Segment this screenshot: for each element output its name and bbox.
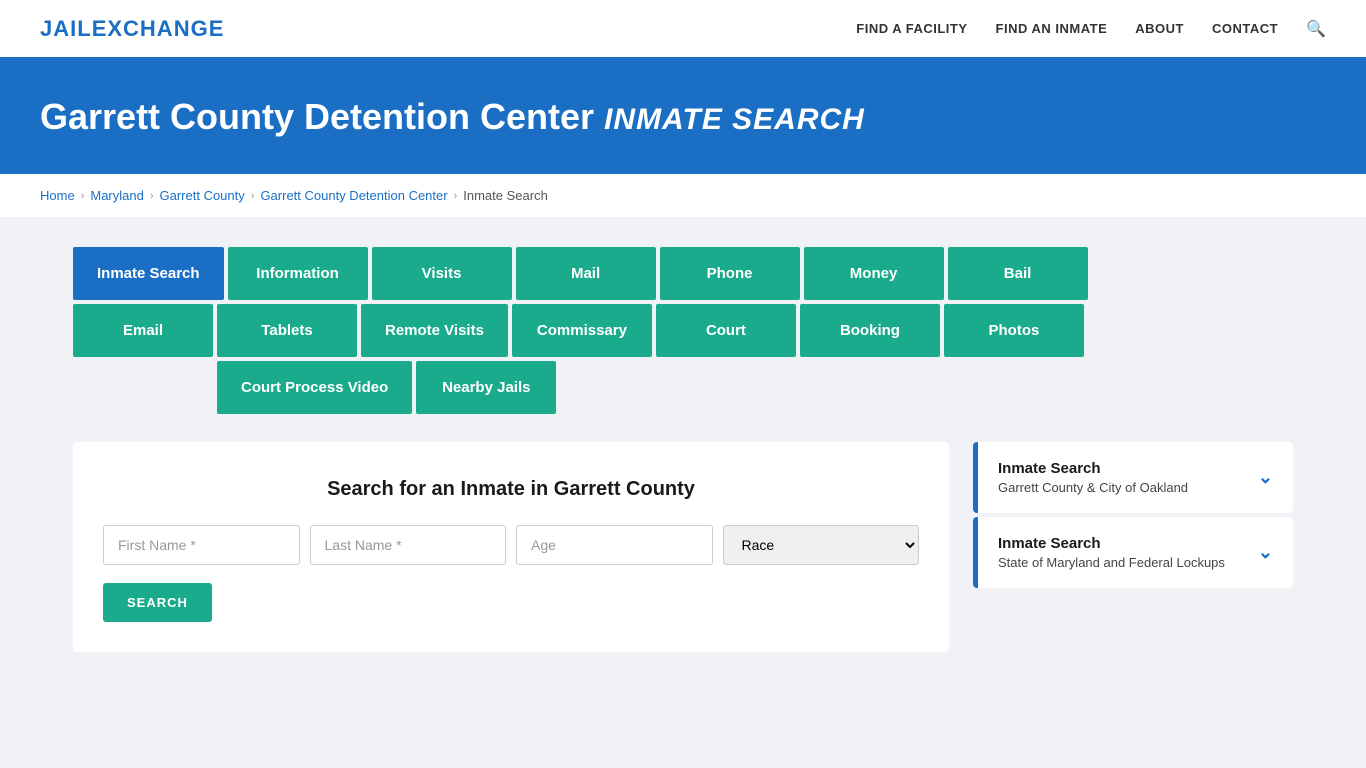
search-fields: Race White Black Hispanic Asian Other (103, 525, 919, 565)
search-icon[interactable]: 🔍 (1306, 19, 1326, 39)
first-name-input[interactable] (103, 525, 300, 565)
sidebar-card-2-title: Inmate Search State of Maryland and Fede… (998, 535, 1225, 570)
sidebar-card-1-line2: Garrett County & City of Oakland (998, 480, 1188, 495)
tab-booking[interactable]: Booking (800, 304, 940, 357)
tab-email[interactable]: Email (73, 304, 213, 357)
sidebar-card-1-header[interactable]: Inmate Search Garrett County & City of O… (973, 442, 1293, 513)
sidebar-card-1-title: Inmate Search Garrett County & City of O… (998, 460, 1188, 495)
hero-banner: Garrett County Detention Center INMATE S… (0, 60, 1366, 174)
chevron-down-icon-2: ⌄ (1258, 542, 1273, 563)
content-area: Search for an Inmate in Garrett County R… (73, 442, 1293, 652)
breadcrumb: Home › Maryland › Garrett County › Garre… (0, 174, 1366, 217)
breadcrumb-detention-center[interactable]: Garrett County Detention Center (260, 188, 447, 203)
logo-blue-part: EXCHANGE (92, 16, 225, 41)
search-title: Search for an Inmate in Garrett County (103, 478, 919, 501)
logo-black-part: JAIL (40, 16, 92, 41)
tab-commissary[interactable]: Commissary (512, 304, 652, 357)
navbar: JAILEXCHANGE FIND A FACILITY FIND AN INM… (0, 0, 1366, 60)
nav-find-facility[interactable]: FIND A FACILITY (856, 21, 967, 36)
tab-tablets[interactable]: Tablets (217, 304, 357, 357)
sidebar-card-1-line1: Inmate Search (998, 460, 1188, 477)
last-name-input[interactable] (310, 525, 507, 565)
chevron-down-icon-1: ⌄ (1258, 467, 1273, 488)
breadcrumb-sep-2: › (150, 190, 154, 202)
sidebar-card-2: Inmate Search State of Maryland and Fede… (973, 517, 1293, 588)
tabs-section: Inmate Search Information Visits Mail Ph… (73, 247, 1293, 414)
tab-photos[interactable]: Photos (944, 304, 1084, 357)
nav-about[interactable]: ABOUT (1135, 21, 1184, 36)
site-logo[interactable]: JAILEXCHANGE (40, 16, 224, 42)
sidebar-card-2-line1: Inmate Search (998, 535, 1225, 552)
tab-phone[interactable]: Phone (660, 247, 800, 300)
tabs-row-2: Email Tablets Remote Visits Commissary C… (73, 304, 1293, 357)
tab-inmate-search[interactable]: Inmate Search (73, 247, 224, 300)
sidebar-card-2-header[interactable]: Inmate Search State of Maryland and Fede… (973, 517, 1293, 588)
tab-remote-visits[interactable]: Remote Visits (361, 304, 508, 357)
search-panel: Search for an Inmate in Garrett County R… (73, 442, 949, 652)
tab-nearby-jails[interactable]: Nearby Jails (416, 361, 556, 414)
main-content: Inmate Search Information Visits Mail Ph… (33, 217, 1333, 682)
breadcrumb-sep-4: › (454, 190, 458, 202)
nav-links: FIND A FACILITY FIND AN INMATE ABOUT CON… (856, 19, 1326, 39)
tab-bail[interactable]: Bail (948, 247, 1088, 300)
tab-court-process-video[interactable]: Court Process Video (217, 361, 412, 414)
nav-find-inmate[interactable]: FIND AN INMATE (996, 21, 1108, 36)
page-title: Garrett County Detention Center INMATE S… (40, 96, 1326, 138)
breadcrumb-sep-3: › (251, 190, 255, 202)
age-input[interactable] (516, 525, 713, 565)
breadcrumb-home[interactable]: Home (40, 188, 75, 203)
breadcrumb-maryland[interactable]: Maryland (90, 188, 143, 203)
sidebar: Inmate Search Garrett County & City of O… (973, 442, 1293, 592)
tab-visits[interactable]: Visits (372, 247, 512, 300)
tabs-row-3: Court Process Video Nearby Jails (73, 361, 1293, 414)
tabs-row-1: Inmate Search Information Visits Mail Ph… (73, 247, 1293, 300)
race-select[interactable]: Race White Black Hispanic Asian Other (723, 525, 920, 565)
tab-information[interactable]: Information (228, 247, 368, 300)
tab-money[interactable]: Money (804, 247, 944, 300)
search-button[interactable]: SEARCH (103, 583, 212, 622)
breadcrumb-current: Inmate Search (463, 188, 548, 203)
breadcrumb-garrett-county[interactable]: Garrett County (160, 188, 245, 203)
nav-contact[interactable]: CONTACT (1212, 21, 1278, 36)
sidebar-card-1: Inmate Search Garrett County & City of O… (973, 442, 1293, 513)
sidebar-card-2-line2: State of Maryland and Federal Lockups (998, 555, 1225, 570)
tab-mail[interactable]: Mail (516, 247, 656, 300)
breadcrumb-sep-1: › (81, 190, 85, 202)
tab-court[interactable]: Court (656, 304, 796, 357)
